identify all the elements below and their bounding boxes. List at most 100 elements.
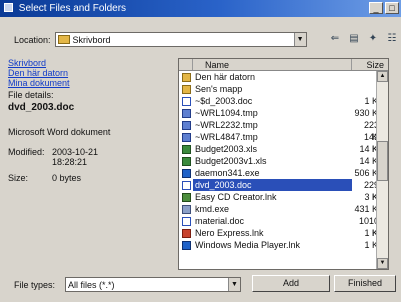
modified-label: Modified: [8, 147, 45, 157]
file-type-icon [179, 239, 193, 251]
file-list-header: Name Size [179, 59, 388, 71]
add-button[interactable]: Add [252, 275, 330, 292]
window-title: Select Files and Folders [18, 3, 127, 14]
file-row[interactable]: kmd.exe 431 KB [179, 203, 388, 215]
file-type-icon [179, 95, 193, 107]
folder-file-icon [181, 72, 191, 82]
file-type-icon [179, 143, 193, 155]
bmp-file-icon [181, 108, 191, 118]
size-value: 0 bytes [52, 173, 82, 183]
header-size[interactable]: Size [352, 59, 388, 70]
details-heading: File details: [8, 90, 54, 100]
chevron-down-icon[interactable]: ▼ [293, 33, 306, 46]
file-types-bar: File types: All files (*.*) ▼ [14, 277, 242, 292]
file-type-icon [179, 83, 193, 95]
link-my-documents[interactable]: Mina dokument [8, 78, 173, 88]
scroll-up-icon[interactable]: ▲ [377, 71, 388, 82]
lnk-file-icon [181, 192, 191, 202]
file-type-icon [179, 167, 193, 179]
location-bar: Location: Skrivbord ▼ [14, 32, 307, 47]
window-controls: _ □ [369, 2, 399, 14]
new-folder-icon[interactable]: ✦ [366, 32, 380, 45]
minimize-button[interactable]: _ [369, 2, 383, 14]
modified-date: 2003-10-21 [52, 147, 99, 157]
back-arrow-icon[interactable]: ⇐ [328, 32, 342, 45]
file-row[interactable]: ~WRL1094.tmp 930 KB [179, 107, 388, 119]
file-row[interactable]: Nero Express.lnk 1 KB [179, 227, 388, 239]
file-name: ~$d_2003.doc [195, 96, 253, 106]
file-row[interactable]: ~WRL4847.tmp1437 KB [179, 131, 388, 154]
location-label: Location: [14, 34, 51, 45]
scroll-thumb[interactable] [377, 141, 388, 181]
file-name: material.doc [195, 216, 245, 226]
file-row[interactable]: Windows Media Player.lnk 1 KB [179, 239, 388, 251]
file-rows: Den här datorn Sen's mapp ~$d_2003.doc 1 KB… [179, 71, 388, 251]
folder-file-icon [181, 84, 191, 94]
link-desktop[interactable]: Skrivbord [8, 58, 173, 68]
doc-file-icon [181, 180, 191, 190]
app-icon [4, 3, 13, 12]
file-name: Sen's mapp [195, 84, 243, 94]
header-icon-column[interactable] [179, 59, 193, 70]
file-name: Windows Media Player.lnk [195, 240, 301, 250]
maximize-button[interactable]: □ [385, 2, 399, 14]
file-type-icon [179, 191, 193, 203]
xls-file-icon [181, 144, 191, 154]
file-row[interactable]: ~WRL2232.tmp2233 KB [179, 119, 388, 142]
file-row[interactable]: Sen's mapp [179, 83, 388, 95]
file-row[interactable]: Budget2003.xls 14 KB [179, 143, 388, 155]
file-row[interactable]: Den här datorn [179, 71, 388, 83]
file-name: ~WRL4847.tmp [195, 132, 258, 142]
blue-file-icon [181, 168, 191, 178]
modified-time: 18:28:21 [52, 157, 88, 167]
file-row[interactable]: Budget2003v1.xls 14 KB [179, 155, 388, 167]
bmp-file-icon [181, 132, 191, 142]
up-folder-icon[interactable]: ▤ [347, 32, 361, 45]
file-types-label: File types: [14, 279, 56, 290]
file-name: Easy CD Creator.lnk [195, 192, 277, 202]
file-name: Den här datorn [195, 72, 256, 82]
file-row[interactable]: daemon341.exe 506 KB [179, 167, 388, 179]
file-types-dropdown[interactable]: All files (*.*) ▼ [65, 277, 242, 292]
file-row[interactable]: Easy CD Creator.lnk 3 KB [179, 191, 388, 203]
file-name: Budget2003v1.xls [195, 156, 267, 166]
file-type-icon [179, 155, 193, 167]
file-type-icon [179, 107, 193, 119]
modified-value: 2003-10-21 18:28:21 [52, 147, 98, 167]
file-list[interactable]: Name Size Den här datorn Sen's mapp ~$d_20… [178, 58, 389, 270]
file-row[interactable]: dvd_2003.doc2296 KB [179, 179, 388, 202]
details-file-name: dvd_2003.doc [8, 102, 75, 113]
file-row[interactable]: material.doc10103 KB [179, 215, 388, 238]
details-modified: Modified: 2003-10-21 18:28:21 [8, 147, 173, 167]
xls-file-icon [181, 156, 191, 166]
exe-file-icon [181, 204, 191, 214]
link-my-computer[interactable]: Den här datorn [8, 68, 173, 78]
title-bar: Select Files and Folders _ □ [0, 0, 401, 17]
file-type-icon [179, 131, 193, 143]
folder-icon [57, 35, 70, 44]
bmp-file-icon [181, 120, 191, 130]
file-row[interactable]: ~$d_2003.doc 1 KB [179, 95, 388, 107]
location-dropdown[interactable]: Skrivbord ▼ [54, 32, 307, 47]
file-name: ~WRL1094.tmp [195, 108, 258, 118]
blue-file-icon [181, 240, 191, 250]
file-type-icon [179, 203, 193, 215]
doc-file-icon [181, 216, 191, 226]
vertical-scrollbar[interactable]: ▲ ▼ [376, 71, 388, 269]
chevron-down-icon[interactable]: ▼ [228, 278, 241, 291]
file-types-value: All files (*.*) [68, 279, 115, 290]
header-name[interactable]: Name [193, 59, 352, 70]
file-type-icon [179, 215, 193, 227]
scroll-down-icon[interactable]: ▼ [377, 258, 388, 269]
location-value: Skrivbord [72, 34, 111, 45]
view-menu-icon[interactable]: ☷ [385, 32, 399, 45]
file-name: Budget2003.xls [195, 144, 258, 154]
file-name: kmd.exe [195, 204, 230, 214]
file-type-icon [179, 227, 193, 239]
finished-button[interactable]: Finished [334, 275, 396, 292]
file-type-icon [179, 119, 193, 131]
file-name: dvd_2003.doc [193, 179, 352, 191]
red-file-icon [181, 228, 191, 238]
file-name: daemon341.exe [195, 168, 260, 178]
size-label: Size: [8, 173, 29, 183]
